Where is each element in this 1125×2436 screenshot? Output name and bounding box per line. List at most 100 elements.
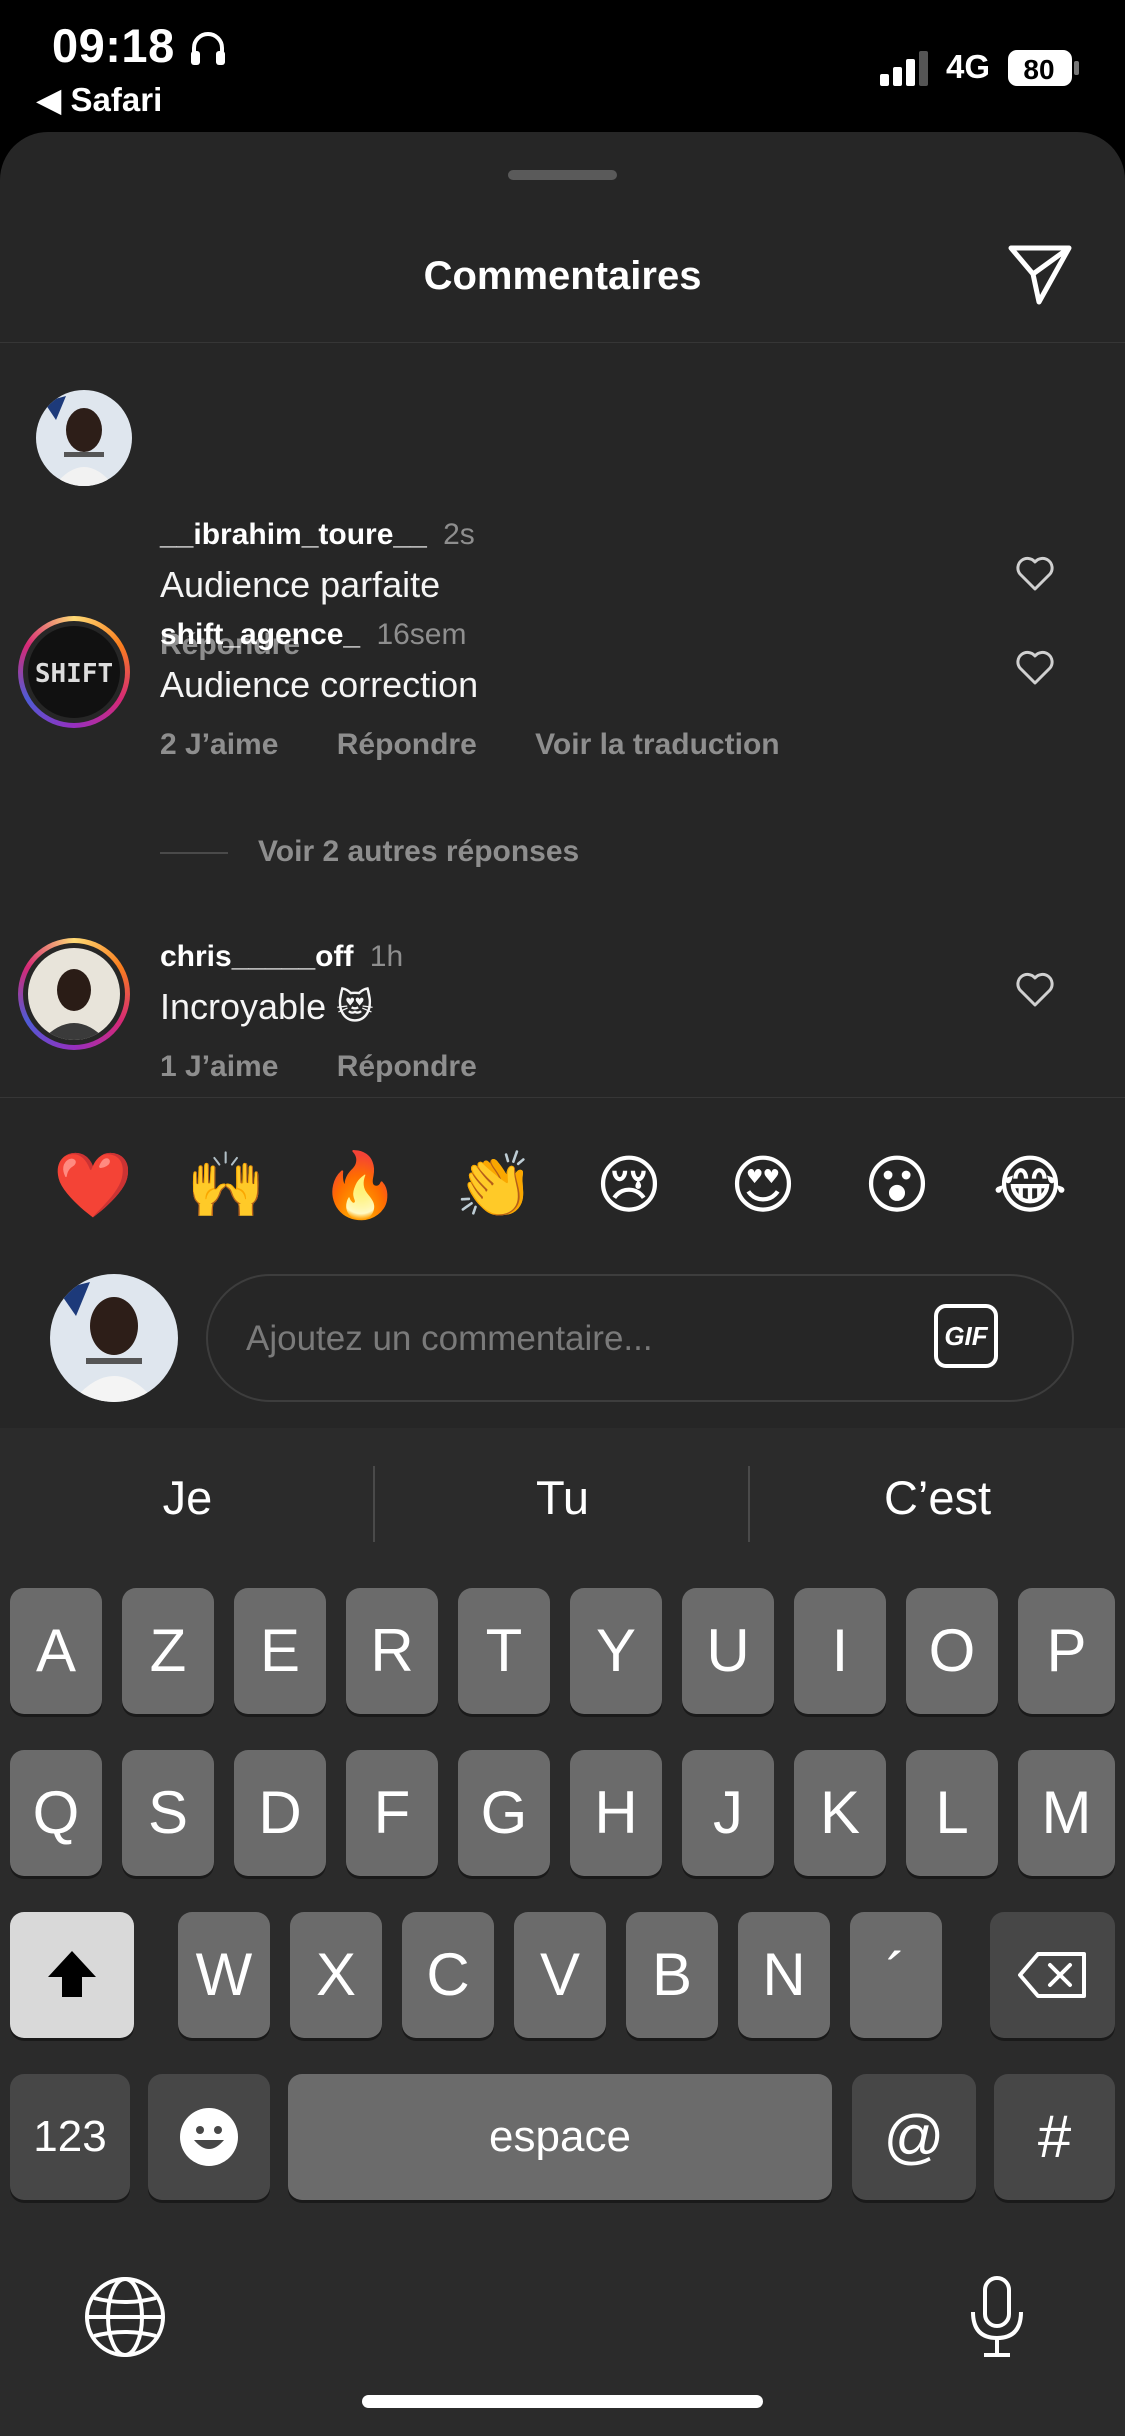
emoji-clap[interactable]: 👏: [450, 1135, 540, 1235]
reply-button[interactable]: Répondre: [337, 1050, 477, 1083]
key-e[interactable]: E: [234, 1588, 326, 1714]
network-label: 4G: [946, 48, 991, 85]
at-key[interactable]: @: [852, 2074, 976, 2200]
comment-header: chris_____off 1h: [160, 940, 403, 974]
comment-text: Audience parfaite: [160, 564, 441, 605]
comment-username[interactable]: chris_____off: [160, 940, 353, 973]
space-key[interactable]: espace: [288, 2074, 832, 2200]
key-n[interactable]: N: [738, 1912, 830, 2038]
replies-line: [160, 852, 228, 855]
hash-key[interactable]: #: [994, 2074, 1115, 2200]
keyboard: Je Tu C’est A Z E R T Y U I O P Q S D F …: [0, 1428, 1125, 2436]
key-b[interactable]: B: [626, 1912, 718, 2038]
prediction-2[interactable]: Tu: [375, 1470, 750, 1525]
home-indicator[interactable]: [362, 2395, 763, 2408]
status-time: 09:18: [52, 19, 175, 72]
my-avatar: [50, 1274, 178, 1402]
share-send-icon[interactable]: [1005, 240, 1075, 310]
microphone-icon[interactable]: [952, 2272, 1042, 2362]
comment-time: 16sem: [376, 618, 467, 651]
like-heart-icon[interactable]: [1015, 972, 1055, 1008]
key-l[interactable]: L: [906, 1750, 998, 1876]
signal-icon: [880, 51, 928, 86]
comment-text: Incroyable 😻: [160, 986, 374, 1027]
comment-input-field[interactable]: GIF: [206, 1274, 1074, 1402]
key-w[interactable]: W: [178, 1912, 270, 2038]
delete-key[interactable]: [990, 1912, 1115, 2038]
comment-header: __ibrahim_toure__ 2s: [160, 518, 475, 552]
avatar[interactable]: [36, 390, 132, 486]
sheet-grabber[interactable]: [508, 170, 617, 180]
key-g[interactable]: G: [458, 1750, 550, 1876]
comment-text: Audience correction: [160, 664, 479, 705]
status-bar: 09:18 ◀ Safari 4G 80: [0, 0, 1125, 135]
key-d[interactable]: D: [234, 1750, 326, 1876]
key-c[interactable]: C: [402, 1912, 494, 2038]
sheet-title: Commentaires: [423, 254, 702, 298]
key-j[interactable]: J: [682, 1750, 774, 1876]
like-heart-icon[interactable]: [1015, 556, 1055, 592]
back-to-app-link[interactable]: ◀ Safari: [36, 80, 162, 119]
view-more-replies-button[interactable]: Voir 2 autres réponses: [160, 835, 579, 869]
likes-count[interactable]: 1 J’aime: [160, 1050, 278, 1083]
emoji-divider: [0, 1097, 1125, 1098]
numbers-key[interactable]: 123: [10, 2074, 130, 2200]
likes-count[interactable]: 2 J’aime: [160, 728, 278, 761]
key-t[interactable]: T: [458, 1588, 550, 1714]
shift-arrow-icon: [48, 1951, 96, 1997]
key-k[interactable]: K: [794, 1750, 886, 1876]
prediction-3[interactable]: C’est: [750, 1470, 1125, 1525]
key-u[interactable]: U: [682, 1588, 774, 1714]
headphones-icon: [191, 32, 225, 65]
battery-level: 80: [1023, 54, 1054, 85]
comments-sheet: Commentaires __ibrahim_toure__ 2s Audien…: [0, 132, 1125, 1432]
comment-username[interactable]: shift_agence_: [160, 618, 360, 651]
emoji-fire[interactable]: 🔥: [315, 1135, 405, 1235]
comment-item: __ibrahim_toure__ 2s Audience parfaite R…: [0, 372, 1125, 661]
key-acute-accent[interactable]: ´: [850, 1912, 942, 2038]
emoji-heart-eyes[interactable]: 😍: [718, 1135, 808, 1235]
header-divider: [0, 342, 1125, 343]
prediction-1[interactable]: Je: [0, 1470, 375, 1525]
emoji-heart[interactable]: ❤️: [48, 1135, 138, 1235]
comment-actions: 1 J’aime Répondre: [160, 1050, 527, 1084]
back-app-label: Safari: [70, 81, 163, 118]
translate-button[interactable]: Voir la traduction: [535, 728, 779, 761]
key-z[interactable]: Z: [122, 1588, 214, 1714]
key-s[interactable]: S: [122, 1750, 214, 1876]
key-m[interactable]: M: [1018, 1750, 1115, 1876]
key-o[interactable]: O: [906, 1588, 998, 1714]
like-heart-icon[interactable]: [1015, 650, 1055, 686]
comment-actions: 2 J’aime Répondre Voir la traduction: [160, 728, 830, 762]
key-v[interactable]: V: [514, 1912, 606, 2038]
key-a[interactable]: A: [10, 1588, 102, 1714]
comment-input[interactable]: [244, 1276, 888, 1402]
key-i[interactable]: I: [794, 1588, 886, 1714]
key-p[interactable]: P: [1018, 1588, 1115, 1714]
shift-logo: SHIFT: [35, 659, 113, 689]
emoji-crying[interactable]: 😢: [584, 1135, 674, 1235]
avatar[interactable]: [18, 938, 130, 1050]
key-h[interactable]: H: [570, 1750, 662, 1876]
key-q[interactable]: Q: [10, 1750, 102, 1876]
comment-username[interactable]: __ibrahim_toure__: [160, 518, 427, 551]
key-f[interactable]: F: [346, 1750, 438, 1876]
emoji-quick-bar: ❤️ 🙌 🔥 👏 😢 😍 😮 😂: [0, 1135, 1125, 1235]
avatar[interactable]: SHIFT: [18, 616, 130, 728]
emoji-surprised[interactable]: 😮: [852, 1135, 942, 1235]
emoji-face-icon: [180, 2108, 238, 2166]
emoji-raised-hands[interactable]: 🙌: [181, 1135, 271, 1235]
globe-icon[interactable]: [80, 2272, 170, 2362]
key-r[interactable]: R: [346, 1588, 438, 1714]
emoji-laughing[interactable]: 😂: [985, 1135, 1075, 1235]
comment-time: 2s: [443, 518, 475, 551]
backspace-icon: [1017, 1952, 1086, 1998]
comment-header: shift_agence_ 16sem: [160, 618, 466, 652]
battery-icon: 80: [1008, 50, 1079, 86]
reply-button[interactable]: Répondre: [337, 728, 477, 761]
shift-key[interactable]: [10, 1912, 134, 2038]
key-x[interactable]: X: [290, 1912, 382, 2038]
key-y[interactable]: Y: [570, 1588, 662, 1714]
gif-button[interactable]: GIF: [934, 1304, 998, 1368]
emoji-keyboard-key[interactable]: [148, 2074, 270, 2200]
